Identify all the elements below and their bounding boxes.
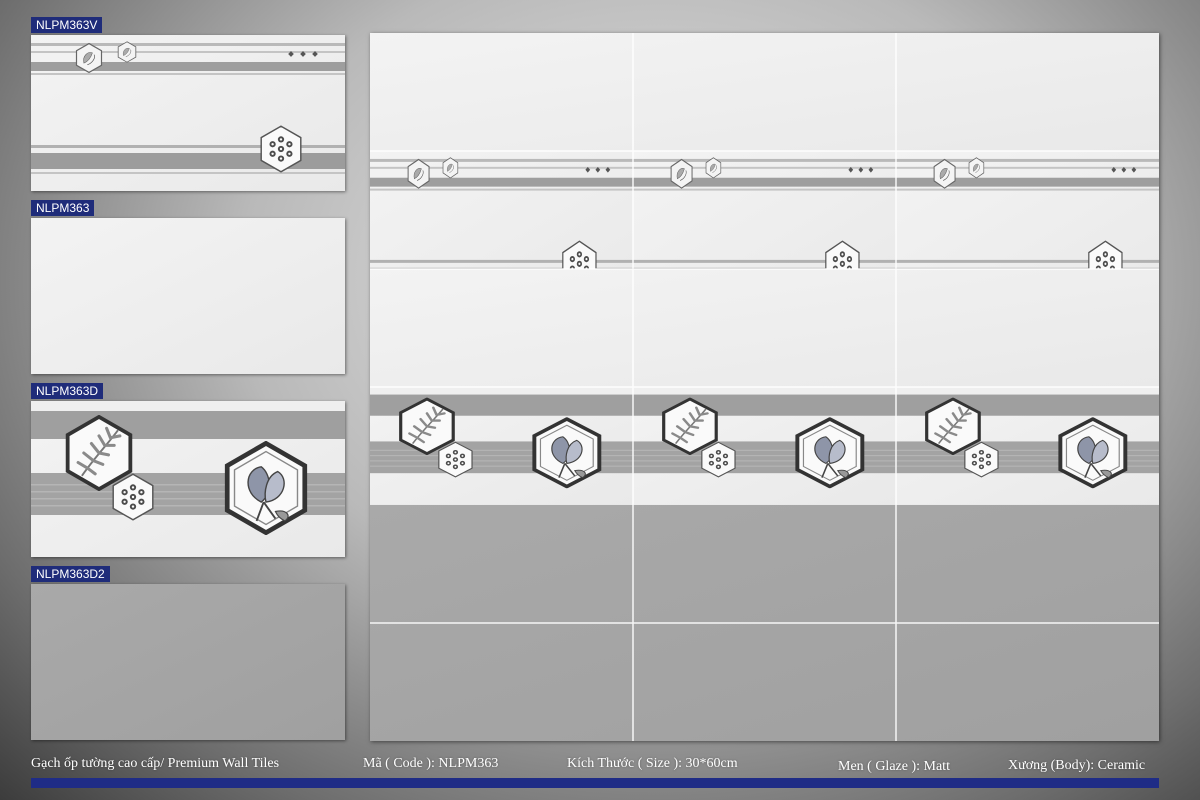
tile-sample-d: [31, 401, 345, 557]
footer-bar: [31, 778, 1159, 788]
tile-sample-plain: [31, 218, 345, 374]
tile-code-label-d: NLPM363D: [31, 383, 104, 399]
footer-code: Mã ( Code ): NLPM363: [363, 756, 499, 771]
wall-mockup: [370, 33, 1159, 741]
tile-code-label-plain: NLPM363: [31, 200, 95, 216]
footer-body: Xương (Body): Ceramic: [1008, 758, 1146, 773]
tile-code-label-v: NLPM363V: [31, 17, 103, 33]
tile-sample-d2: [31, 584, 345, 740]
footer-size: Kích Thước ( Size ): 30*60cm: [567, 756, 738, 771]
footer-glaze: Men ( Glaze ): Matt: [838, 759, 950, 774]
tile-code-label-d2: NLPM363D2: [31, 566, 110, 582]
footer-title: Gạch ốp tường cao cấp/ Premium Wall Tile…: [31, 756, 280, 771]
tile-sample-v: [31, 35, 345, 191]
